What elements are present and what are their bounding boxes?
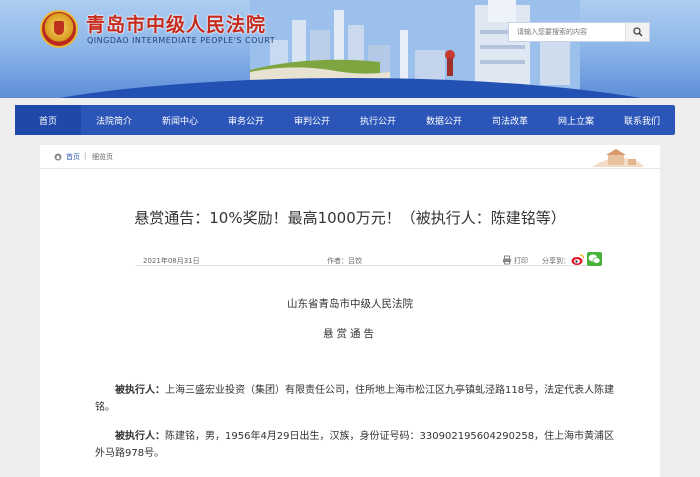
print-icon[interactable]: [502, 255, 512, 265]
search-input[interactable]: [509, 23, 625, 41]
court-building-illustration: [592, 149, 644, 167]
breadcrumb-home-link[interactable]: 首页: [66, 152, 80, 162]
home-icon: [54, 153, 62, 161]
content-panel: 首页 | 细览页 悬赏通告：10%奖励！最高1000万元！（被执行人：陈建铭等）…: [40, 145, 660, 477]
paragraph-label: 被执行人：: [115, 431, 165, 442]
meta-divider: [135, 265, 600, 266]
nav-item-contact[interactable]: 联系我们: [609, 105, 675, 135]
banner-curve: [0, 78, 700, 98]
nav-item-execution[interactable]: 执行公开: [345, 105, 411, 135]
paragraph-text: 上海三盛宏业投资（集团）有限责任公司，住所地上海市松江区九亭镇虬泾路118号，法…: [95, 385, 615, 413]
court-name: 山东省青岛市中级人民法院: [287, 298, 413, 310]
weibo-share-icon[interactable]: [571, 253, 585, 266]
breadcrumb-current: 细览页: [92, 153, 113, 161]
article-author: 作者：吕饺: [327, 257, 362, 265]
notice-heading: 悬赏通告: [323, 328, 377, 340]
header-banner: 青岛市中级人民法院 QINGDAO INTERMEDIATE PEOPLE'S …: [0, 0, 700, 98]
court-emblem-icon: [40, 10, 78, 48]
search-button[interactable]: [625, 23, 649, 41]
nav-item-online-filing[interactable]: 网上立案: [543, 105, 609, 135]
site-subtitle: QINGDAO INTERMEDIATE PEOPLE'S COURT: [87, 36, 276, 45]
nav-item-news[interactable]: 新闻中心: [147, 105, 213, 135]
nav-item-court-affairs[interactable]: 审务公开: [213, 105, 279, 135]
site-title: 青岛市中级人民法院: [86, 14, 267, 36]
paragraph-text: 陈建铭，男，1956年4月29日出生，汉族，身份证号码：330902195604…: [95, 431, 615, 459]
nav-item-data[interactable]: 数据公开: [411, 105, 477, 135]
article-date: 2021年08月31日: [143, 257, 200, 265]
article-title: 悬赏通告：10%奖励！最高1000万元！（被执行人：陈建铭等）: [134, 209, 566, 227]
search-box: [508, 22, 650, 42]
breadcrumb-separator: |: [84, 152, 87, 160]
breadcrumb: 首页 | 细览页: [40, 145, 660, 169]
nav-item-court-intro[interactable]: 法院简介: [81, 105, 147, 135]
nav-item-reform[interactable]: 司法改革: [477, 105, 543, 135]
share-label: 分享到：: [542, 257, 570, 265]
wechat-share-icon[interactable]: [587, 252, 602, 266]
main-nav: 首页 法院简介 新闻中心 审务公开 审判公开 执行公开 数据公开 司法改革 网上…: [15, 105, 675, 135]
paragraph-defendant-company: 被执行人：上海三盛宏业投资（集团）有限责任公司，住所地上海市松江区九亭镇虬泾路1…: [95, 382, 615, 416]
paragraph-defendant-person: 被执行人：陈建铭，男，1956年4月29日出生，汉族，身份证号码：3309021…: [95, 428, 615, 462]
search-icon: [632, 27, 643, 37]
paragraph-label: 被执行人：: [115, 385, 165, 396]
nav-item-home[interactable]: 首页: [15, 105, 81, 135]
print-button[interactable]: 打印: [514, 256, 528, 266]
nav-item-trial[interactable]: 审判公开: [279, 105, 345, 135]
